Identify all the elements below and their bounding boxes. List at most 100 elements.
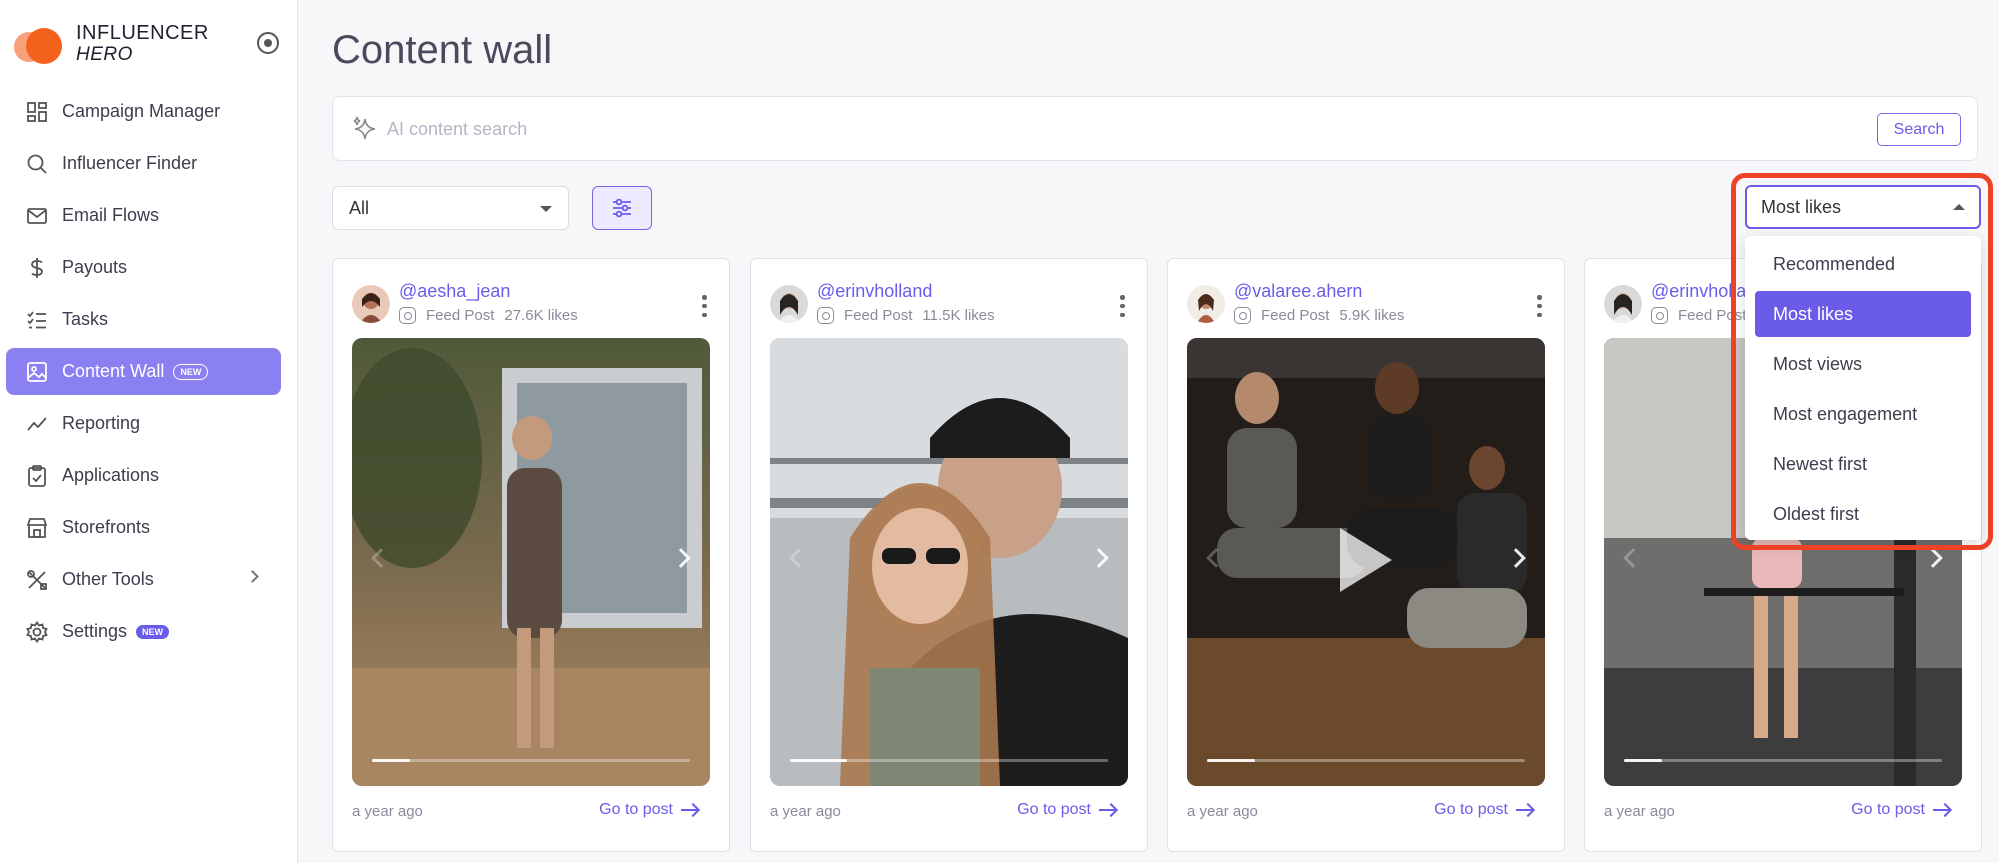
avatar[interactable] [352,285,390,323]
avatar[interactable] [1604,285,1642,323]
sidebar-item-label: Applications [62,465,160,485]
sidebar-item-settings[interactable]: Settings NEW [6,608,281,655]
sidebar-item-label: Tasks [62,309,109,329]
sort-select[interactable]: Most likes [1745,185,1981,229]
media-progress [790,759,1108,762]
go-to-post-link[interactable]: Go to post [1434,801,1534,819]
sidebar-item-influencer-finder[interactable]: Influencer Finder [6,140,281,187]
post-time: a year ago [1187,803,1258,820]
brand-logo[interactable]: INFLUENCER HERO [14,22,209,66]
new-badge: NEW [136,624,170,639]
brand-name-line1: INFLUENCER [76,22,209,44]
influencer-handle[interactable]: @erinvholland [817,281,932,302]
go-to-post-link[interactable]: Go to post [599,801,699,819]
sidebar-item-other-tools[interactable]: Other Tools [6,556,281,603]
post-media[interactable] [770,338,1128,786]
checklist-icon [26,309,48,331]
content-card: @aesha_jean Feed Post 27.6K likes a year… [332,258,730,852]
sidebar: INFLUENCER HERO Campaign Manager Influen… [0,0,298,863]
arrow-right-icon [681,803,699,817]
dollar-icon [26,257,48,279]
new-badge: NEW [173,363,209,380]
gear-icon [26,620,48,643]
sidebar-item-label: Influencer Finder [62,153,198,173]
content-card: @valaree.ahern Feed Post 5.9K likes a ye… [1167,258,1565,852]
likes-count: 5.9K likes [1339,307,1405,324]
sidebar-item-label: Payouts [62,257,128,277]
sidebar-item-label: Reporting [62,413,141,433]
platform-filter-select[interactable]: All [332,186,569,230]
post-type: Feed Post [426,307,495,324]
post-time: a year ago [352,803,423,820]
caret-down-icon [540,206,552,212]
search-button[interactable]: Search [1877,113,1961,146]
more-options-icon[interactable] [1120,295,1125,317]
post-meta: Feed Post 27.6K likes [399,307,578,324]
sidebar-item-label: Storefronts [62,517,151,537]
instagram-icon [1234,307,1251,324]
sort-menu: Recommended Most likes Most views Most e… [1745,236,1981,540]
page-title: Content wall [332,28,553,72]
go-to-post-link[interactable]: Go to post [1017,801,1117,819]
content-card: @erinvholland Feed Post 11.5K likes a ye… [750,258,1148,852]
play-icon[interactable] [1340,528,1392,592]
sidebar-item-label: Email Flows [62,205,160,225]
caret-up-icon [1953,204,1965,210]
brand-name-line2: HERO [76,44,133,65]
post-meta: Feed Post 11.5K likes [817,307,995,324]
sidebar-toggle-icon[interactable] [257,32,279,54]
mail-icon [26,205,48,227]
sort-option-most-likes[interactable]: Most likes [1755,291,1971,337]
clipboard-check-icon [26,464,48,487]
arrow-right-icon [1933,803,1951,817]
avatar[interactable] [1187,285,1225,323]
sidebar-item-reporting[interactable]: Reporting [6,400,281,447]
sidebar-item-campaign-manager[interactable]: Campaign Manager [6,88,281,135]
sidebar-item-label: Campaign Manager [62,101,221,121]
search-input[interactable] [387,115,1687,143]
post-type: Feed Post [1261,307,1330,324]
arrow-right-icon [1099,803,1117,817]
filter-value: All [349,198,370,218]
post-time: a year ago [1604,803,1675,820]
avatar[interactable] [770,285,808,323]
sidebar-item-content-wall[interactable]: Content Wall NEW [6,348,281,395]
post-type: Feed Post [844,307,913,324]
likes-count: 11.5K likes [922,307,995,324]
sidebar-item-payouts[interactable]: Payouts [6,244,281,291]
sidebar-item-storefronts[interactable]: Storefronts [6,504,281,551]
sort-option-most-engagement[interactable]: Most engagement [1755,391,1971,437]
influencer-handle[interactable]: @aesha_jean [399,281,510,302]
instagram-icon [1651,307,1668,324]
influencer-handle[interactable]: @valaree.ahern [1234,281,1362,302]
sort-option-recommended[interactable]: Recommended [1755,241,1971,287]
more-options-icon[interactable] [1537,295,1542,317]
sort-option-oldest-first[interactable]: Oldest first [1755,491,1971,537]
tools-icon [26,569,48,591]
ai-search-bar: Search [332,96,1978,161]
sort-value: Most likes [1761,197,1842,217]
post-time: a year ago [770,803,841,820]
sort-option-newest-first[interactable]: Newest first [1755,441,1971,487]
post-type: Feed Post [1678,307,1747,324]
sort-option-most-views[interactable]: Most views [1755,341,1971,387]
post-meta: Feed Post 5.9K likes [1234,307,1404,324]
store-icon [26,517,48,539]
sidebar-item-tasks[interactable]: Tasks [6,296,281,343]
post-meta: Feed Post [1651,307,1756,324]
image-icon [26,361,48,383]
filter-settings-button[interactable] [592,186,652,230]
media-progress [1207,759,1525,762]
more-options-icon[interactable] [702,295,707,317]
sidebar-item-applications[interactable]: Applications [6,452,281,499]
sidebar-item-email-flows[interactable]: Email Flows [6,192,281,239]
chevron-right-icon [246,570,259,583]
sparkle-icon [353,116,376,140]
trend-icon [26,413,48,435]
go-to-post-link[interactable]: Go to post [1851,801,1951,819]
likes-count: 27.6K likes [504,307,578,324]
post-media[interactable] [1187,338,1545,786]
post-media[interactable] [352,338,710,786]
sidebar-item-label: Settings [62,621,128,641]
dashboard-icon [26,101,48,123]
